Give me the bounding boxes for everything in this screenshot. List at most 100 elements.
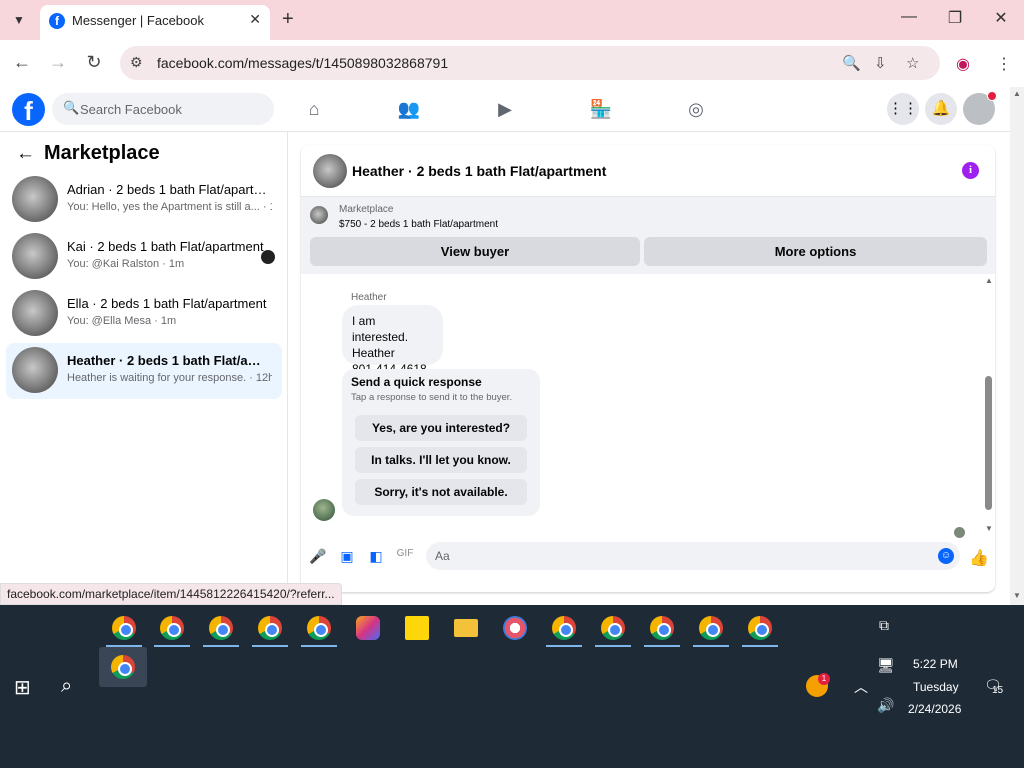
site-info-icon[interactable]: ⚙ — [130, 54, 143, 71]
tab-search-chevron-icon[interactable]: ▼ — [8, 9, 30, 31]
snipping-tool-icon[interactable] — [495, 613, 535, 647]
avatar — [12, 233, 58, 279]
chrome-taskbar-icon[interactable] — [201, 613, 241, 647]
browser-tab[interactable]: f Messenger | Facebook ✕ — [40, 5, 270, 40]
conversation-item[interactable]: Ella · 2 beds 1 bath Flat/apartment You:… — [6, 286, 282, 342]
windows-start-icon[interactable]: ⊞ — [14, 675, 31, 700]
more-options-button[interactable]: More options — [644, 237, 987, 266]
conversation-item[interactable]: Adrian · 2 beds 1 bath Flat/apartm... Yo… — [6, 172, 282, 228]
profile-icon[interactable]: ◉ — [956, 54, 970, 74]
chat-title[interactable]: Heather · 2 beds 1 bath Flat/apartment — [352, 163, 606, 179]
listing-thumbnail[interactable] — [310, 206, 328, 224]
photo-icon[interactable]: ▣ — [338, 548, 356, 565]
seen-avatar-icon — [261, 250, 275, 264]
chrome-taskbar-icon[interactable] — [104, 613, 144, 647]
clock-date[interactable]: 2/24/2026 — [908, 702, 961, 716]
message-scrollbar[interactable]: ▲ ▼ — [983, 274, 995, 535]
clock-day[interactable]: Tuesday — [913, 680, 959, 694]
facebook-header: f 🔍 Search Facebook ⌂ 👥 ▶ 🏪 ◎ ⋮⋮ 🔔 — [0, 87, 1010, 132]
address-bar[interactable]: ⚙ facebook.com/messages/t/14508980328687… — [120, 46, 940, 80]
chrome-taskbar-icon[interactable] — [152, 613, 192, 647]
composer-placeholder: Aa — [435, 549, 450, 563]
copilot-icon[interactable] — [348, 613, 388, 647]
conversation-item-active[interactable]: Heather · 2 beds 1 bath Flat/apart... He… — [6, 343, 282, 399]
notifications-bell-icon[interactable]: 🔔 — [925, 93, 957, 125]
scroll-up-icon[interactable]: ▲ — [985, 276, 993, 285]
quick-reply-button[interactable]: Yes, are you interested? — [355, 415, 527, 441]
reload-button[interactable]: ↻ — [83, 52, 105, 73]
conversation-name: Ella · 2 beds 1 bath Flat/apartment — [67, 296, 267, 311]
sticker-icon[interactable]: ◧ — [367, 548, 385, 565]
file-explorer-icon[interactable] — [446, 613, 486, 647]
chrome-taskbar-icon[interactable] — [544, 613, 584, 647]
account-avatar[interactable] — [963, 91, 997, 125]
like-thumb-icon[interactable]: 👍 — [969, 548, 989, 568]
menu-grid-icon[interactable]: ⋮⋮ — [887, 93, 919, 125]
message-composer: 🎤 ▣ ◧ GIF Aa ☺ 👍 — [301, 535, 995, 592]
buyer-avatar — [313, 499, 335, 521]
chrome-taskbar-icon[interactable] — [740, 613, 780, 647]
close-window-button[interactable]: ✕ — [986, 8, 1016, 28]
chrome-taskbar-icon[interactable] — [593, 613, 633, 647]
forward-button[interactable]: → — [47, 52, 69, 73]
link-status-bar: facebook.com/marketplace/item/1445812226… — [0, 583, 342, 605]
install-app-icon[interactable]: ⇩ — [874, 54, 887, 72]
scroll-down-icon[interactable]: ▼ — [985, 524, 993, 533]
avatar — [12, 176, 58, 222]
search-facebook-input[interactable]: 🔍 Search Facebook — [52, 93, 274, 125]
chat-panel: Heather · 2 beds 1 bath Flat/apartment i… — [301, 145, 995, 592]
friends-icon[interactable]: 👥 — [397, 99, 421, 120]
chrome-menu-icon[interactable]: ⋮ — [996, 54, 1012, 74]
chrome-taskbar-icon[interactable] — [642, 613, 682, 647]
chrome-taskbar-icon[interactable] — [299, 613, 339, 647]
video-icon[interactable]: ▶ — [493, 99, 517, 120]
restore-button[interactable]: ❐ — [940, 8, 970, 28]
facebook-logo[interactable]: f — [12, 93, 45, 126]
back-arrow-icon[interactable]: ← — [16, 143, 35, 165]
home-icon[interactable]: ⌂ — [302, 99, 326, 120]
search-icon[interactable]: ⌕ — [61, 675, 72, 698]
clock-time[interactable]: 5:22 PM — [913, 657, 958, 671]
message-bubble: I am interested. Heather 801-414-4618 — [342, 305, 443, 376]
tab-close-icon[interactable]: ✕ — [249, 11, 261, 28]
network-icon[interactable]: 🖥 — [877, 657, 895, 674]
search-icon: 🔍 — [63, 100, 80, 115]
marketplace-icon[interactable]: 🏪 — [589, 99, 613, 120]
minimize-button[interactable]: — — [894, 8, 924, 26]
chrome-taskbar-icon[interactable] — [250, 613, 290, 647]
conversation-item[interactable]: Kai · 2 beds 1 bath Flat/apartment You: … — [6, 229, 282, 285]
chrome-taskbar-icon[interactable] — [691, 613, 731, 647]
view-buyer-button[interactable]: View buyer — [310, 237, 640, 266]
active-window-thumbnail[interactable] — [99, 647, 147, 687]
conversation-preview: You: @Kai Ralston · 1m — [67, 258, 185, 270]
quick-response-title: Send a quick response — [351, 375, 482, 389]
chat-header: Heather · 2 beds 1 bath Flat/apartment i — [301, 145, 995, 197]
quick-reply-button[interactable]: Sorry, it's not available. — [355, 479, 527, 505]
notification-dot — [987, 91, 997, 101]
meet-now-icon[interactable]: ⧉ — [879, 617, 889, 634]
chat-avatar[interactable] — [313, 154, 347, 188]
microphone-icon[interactable]: 🎤 — [309, 548, 327, 565]
facebook-favicon-icon: f — [49, 13, 65, 29]
page-scrollbar[interactable]: ▲ ▼ — [1010, 87, 1024, 605]
conversation-preview: Heather is waiting for your response. · … — [67, 372, 272, 384]
page-scroll-up-icon[interactable]: ▲ — [1013, 89, 1021, 98]
message-input[interactable]: Aa ☺ — [426, 542, 960, 570]
sticky-notes-icon[interactable] — [397, 613, 437, 647]
listing-title[interactable]: $750 - 2 beds 1 bath Flat/apartment — [339, 219, 498, 230]
volume-icon[interactable]: 🔊 — [877, 697, 894, 714]
new-tab-button[interactable]: + — [282, 8, 294, 31]
info-icon[interactable]: i — [962, 162, 979, 179]
scroll-thumb[interactable] — [985, 376, 992, 510]
quick-reply-button[interactable]: In talks. I'll let you know. — [355, 447, 527, 473]
bookmark-star-icon[interactable]: ☆ — [906, 54, 919, 72]
groups-icon[interactable]: ◎ — [684, 99, 708, 120]
zoom-icon[interactable]: 🔍 — [842, 54, 861, 72]
gif-icon[interactable]: GIF — [396, 548, 414, 559]
emoji-icon[interactable]: ☺ — [938, 548, 954, 564]
show-hidden-icons-chevron-icon[interactable]: ︿ — [854, 677, 868, 697]
page-scroll-down-icon[interactable]: ▼ — [1013, 591, 1021, 600]
notification-count: 15 — [992, 685, 1004, 696]
avatar — [12, 347, 58, 393]
back-button[interactable]: ← — [11, 52, 33, 73]
